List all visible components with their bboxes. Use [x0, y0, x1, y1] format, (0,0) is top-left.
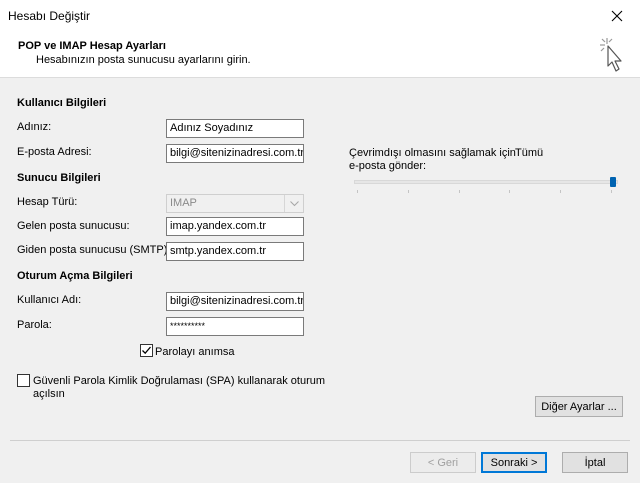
password-label: Parola: — [17, 319, 52, 331]
cancel-button[interactable]: İptal — [562, 452, 628, 473]
slider-tick — [357, 190, 358, 193]
outgoing-server-input[interactable]: smtp.yandex.com.tr — [166, 242, 304, 261]
account-type-value: IMAP — [170, 197, 197, 209]
slider-tick — [509, 190, 511, 193]
offline-mail-value: Tümü — [515, 147, 544, 159]
email-label: E-posta Adresi: — [17, 146, 92, 158]
slider-tick — [611, 190, 612, 193]
username-input[interactable]: bilgi@sitenizinadresi.com.tr — [166, 292, 304, 311]
header-subtitle: Hesabınızın posta sunucusu ayarlarını gi… — [36, 54, 251, 66]
account-type-label: Hesap Türü: — [17, 196, 78, 208]
username-label: Kullanıcı Adı: — [17, 294, 82, 306]
spa-checkbox[interactable] — [17, 374, 30, 387]
name-input[interactable]: Adınız Soyadınız — [166, 119, 304, 138]
dialog-header: POP ve IMAP Hesap Ayarları Hesabınızın p… — [0, 32, 640, 78]
email-input[interactable]: bilgi@sitenizinadresi.com.tr — [166, 144, 304, 163]
spa-label-line1: Güvenli Parola Kimlik Doğrulaması (SPA) … — [33, 375, 326, 387]
incoming-server-label: Gelen posta sunucusu: — [17, 220, 130, 232]
offline-mail-label-line2: e-posta gönder: — [349, 160, 427, 172]
slider-tick — [560, 190, 562, 193]
remember-password-checkbox[interactable] — [140, 344, 153, 357]
offline-mail-label-line1: Çevrimdışı olmasını sağlamak için — [349, 147, 516, 159]
slider-tick — [458, 190, 460, 193]
close-icon — [611, 10, 623, 22]
name-label: Adınız: — [17, 121, 52, 133]
outgoing-server-label: Giden posta sunucusu (SMTP): — [17, 244, 171, 256]
title-bar: Hesabı Değiştir — [0, 0, 640, 32]
server-info-heading: Sunucu Bilgileri — [17, 172, 101, 184]
account-type-select: IMAP — [166, 194, 304, 213]
user-info-heading: Kullanıcı Bilgileri — [17, 97, 107, 109]
back-button[interactable]: < Geri — [410, 452, 476, 473]
logon-info-heading: Oturum Açma Bilgileri — [17, 270, 133, 282]
checkmark-icon — [142, 346, 151, 355]
remember-password-label: Parolayı anımsa — [155, 346, 235, 358]
chevron-down-icon — [289, 200, 299, 206]
window-title: Hesabı Değiştir — [8, 9, 91, 23]
slider-tick — [407, 190, 409, 193]
spa-label-line2: açılsın — [33, 388, 65, 400]
click-cursor-icon — [600, 38, 622, 72]
header-title: POP ve IMAP Hesap Ayarları — [18, 40, 166, 52]
next-button[interactable]: Sonraki > — [481, 452, 547, 473]
footer-separator — [10, 440, 630, 441]
password-input[interactable]: ********** — [166, 317, 304, 336]
incoming-server-input[interactable]: imap.yandex.com.tr — [166, 217, 304, 236]
offline-mail-slider[interactable] — [354, 180, 618, 184]
dropdown-arrow — [284, 195, 303, 212]
close-button[interactable] — [594, 0, 640, 32]
more-settings-button[interactable]: Diğer Ayarlar ... — [535, 396, 623, 417]
offline-mail-slider-thumb[interactable] — [610, 177, 616, 187]
